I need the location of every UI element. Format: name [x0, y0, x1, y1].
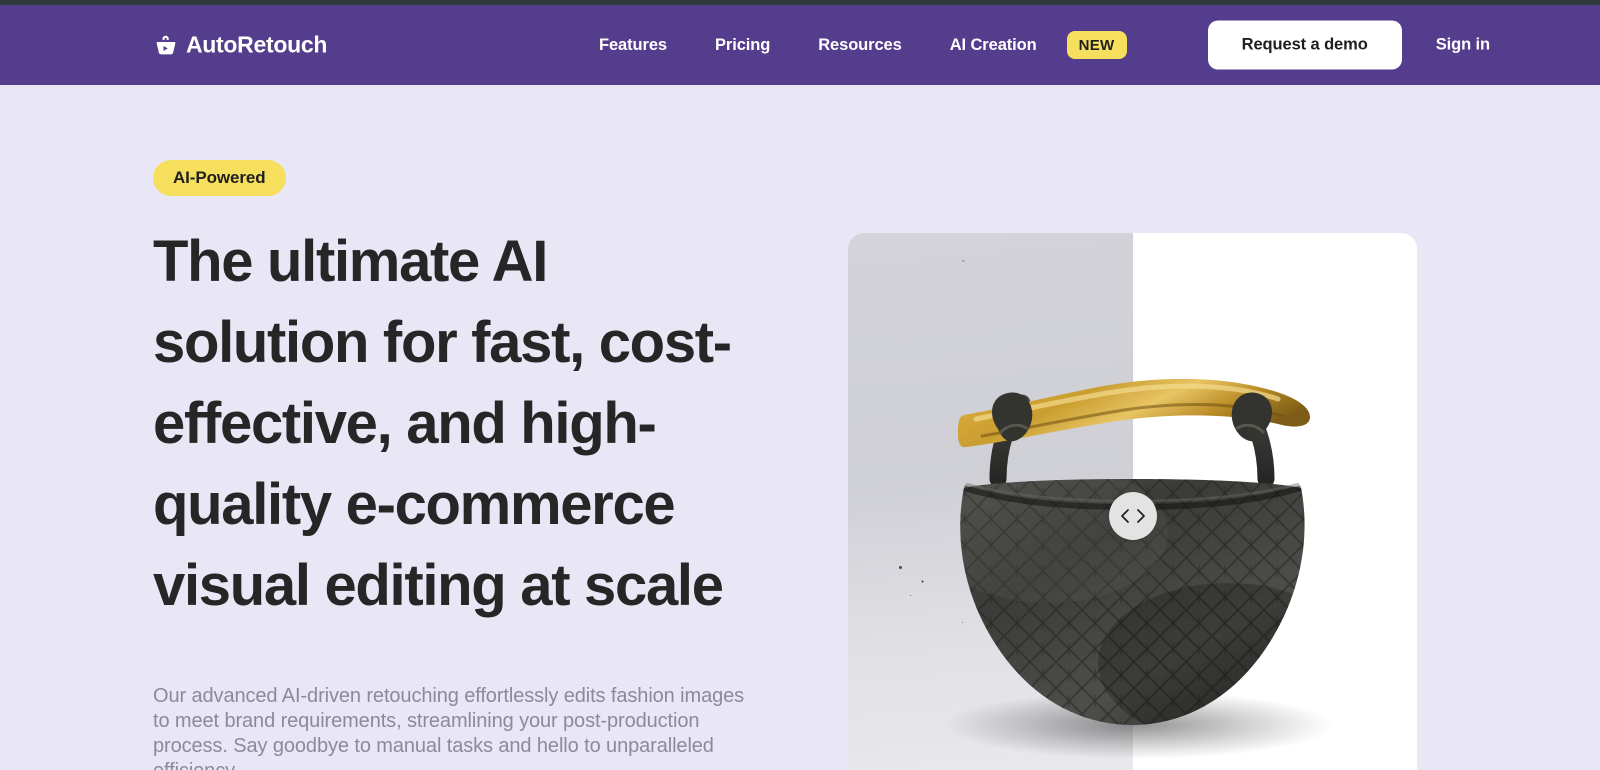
- before-after-slider-handle[interactable]: [1109, 492, 1157, 540]
- before-after-image-card[interactable]: [848, 233, 1417, 770]
- new-badge: NEW: [1066, 31, 1127, 59]
- brand-name: AutoRetouch: [186, 31, 328, 58]
- left-right-chevrons-icon: [1119, 509, 1147, 523]
- autoretouch-logo-icon: [155, 34, 177, 56]
- sign-in-link[interactable]: Sign in: [1436, 36, 1490, 55]
- nav-item-resources[interactable]: Resources: [794, 36, 925, 55]
- ai-powered-pill: AI-Powered: [153, 160, 286, 196]
- hero-subtext: Our advanced AI-driven retouching effort…: [153, 685, 745, 770]
- brand-logo-link[interactable]: AutoRetouch: [155, 32, 327, 59]
- hero-section: AI-Powered The ultimate AI solution for …: [0, 85, 1600, 770]
- primary-nav: Features Pricing Resources AI Creation N…: [575, 31, 1127, 59]
- nav-item-pricing[interactable]: Pricing: [691, 36, 794, 55]
- header-actions: Request a demo Sign in: [1207, 20, 1490, 70]
- nav-item-features[interactable]: Features: [575, 36, 691, 55]
- site-header: AutoRetouch Features Pricing Resources A…: [0, 5, 1600, 85]
- page-title: The ultimate AI solution for fast, cost-…: [153, 229, 732, 618]
- request-demo-button[interactable]: Request a demo: [1207, 20, 1402, 70]
- nav-item-ai-creation[interactable]: AI Creation: [926, 36, 1061, 55]
- hero-copy: AI-Powered The ultimate AI solution for …: [153, 160, 813, 770]
